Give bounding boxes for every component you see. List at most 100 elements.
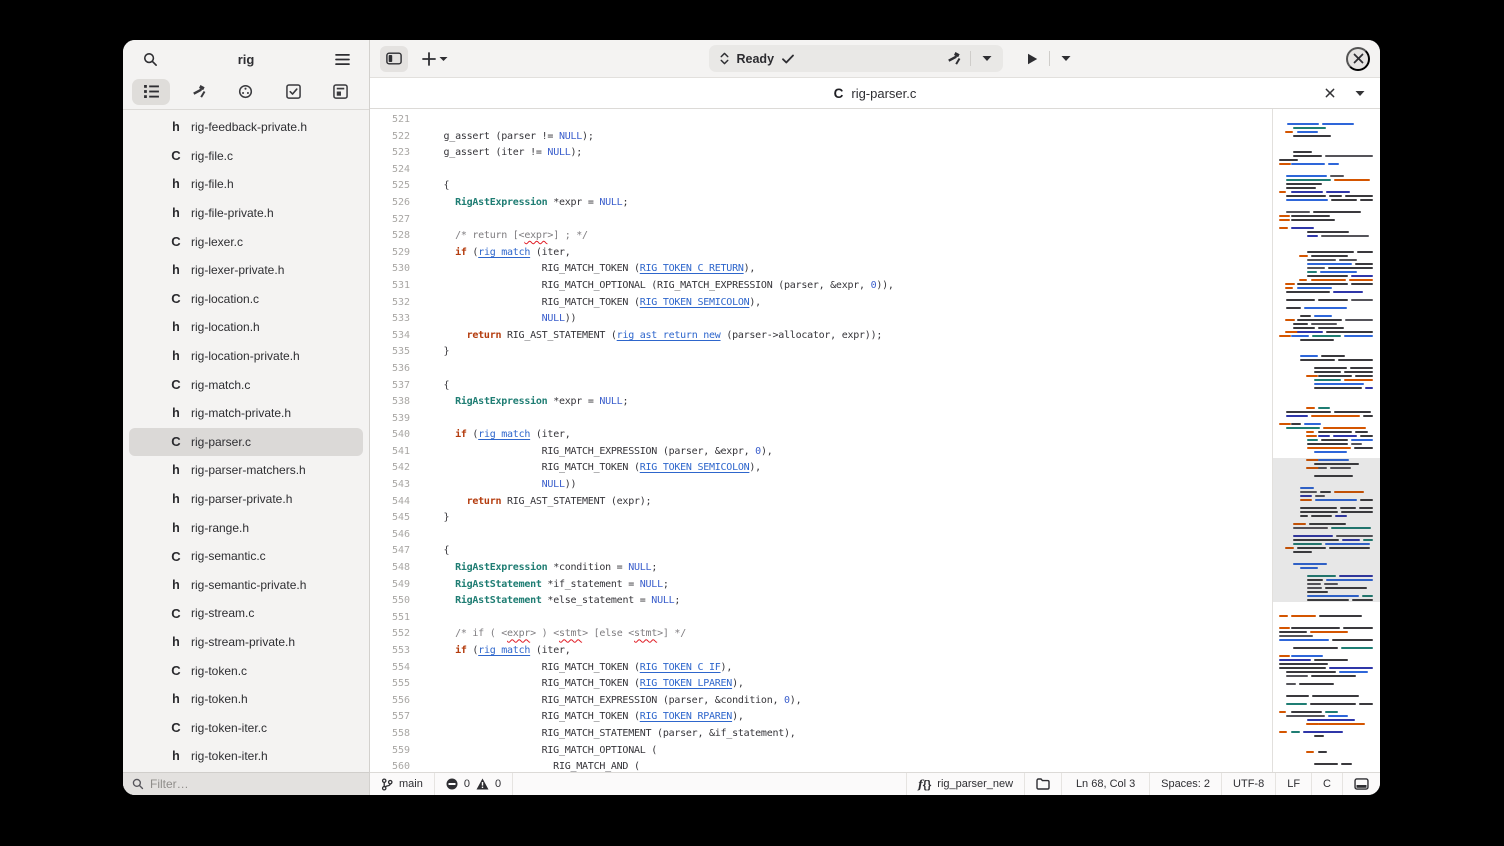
indentation-button[interactable]: Spaces: 2 — [1149, 773, 1221, 795]
code-line-549[interactable]: 549 RigAstStatement *if_statement = NULL… — [370, 577, 1272, 594]
cursor-position-button[interactable]: Ln 68, Col 3 — [1061, 773, 1149, 795]
code-line-533[interactable]: 533 NULL)) — [370, 311, 1272, 328]
tab-build[interactable] — [180, 79, 218, 105]
tab-tests[interactable] — [274, 79, 312, 105]
current-symbol-button[interactable]: f{} rig_parser_new — [906, 773, 1024, 795]
tab-diagnostics[interactable] — [227, 79, 265, 105]
minimap-viewport[interactable] — [1273, 458, 1380, 602]
omnibar[interactable]: Ready — [709, 45, 1003, 72]
code-line-546[interactable]: 546 — [370, 527, 1272, 544]
code-line-550[interactable]: 550 RigAstStatement *else_statement = NU… — [370, 593, 1272, 610]
code-line-536[interactable]: 536 — [370, 361, 1272, 378]
sidebar-item-rig-stream-private.h[interactable]: hrig-stream-private.h — [129, 628, 363, 657]
code-line-530[interactable]: 530 RIG_MATCH_TOKEN (RIG_TOKEN_C_RETURN)… — [370, 261, 1272, 278]
code-line-559[interactable]: 559 RIG_MATCH_OPTIONAL ( — [370, 743, 1272, 760]
sidebar-item-rig-file-private.h[interactable]: hrig-file-private.h — [129, 199, 363, 228]
run-options-button[interactable] — [1052, 46, 1080, 72]
sidebar-item-rig-lexer.c[interactable]: Crig-lexer.c — [129, 227, 363, 256]
code-line-560[interactable]: 560 RIG_MATCH_AND ( — [370, 759, 1272, 772]
tab-rig-parser[interactable]: C rig-parser.c — [834, 86, 917, 101]
build-button[interactable] — [940, 46, 968, 72]
sidebar-item-rig-file.h[interactable]: hrig-file.h — [129, 170, 363, 199]
code-line-531[interactable]: 531 RIG_MATCH_OPTIONAL (RIG_MATCH_EXPRES… — [370, 278, 1272, 295]
sidebar-item-rig-location.h[interactable]: hrig-location.h — [129, 313, 363, 342]
minimap-bar — [1307, 259, 1336, 261]
code-line-540[interactable]: 540 if (rig_match (iter, — [370, 427, 1272, 444]
code-line-542[interactable]: 542 RIG_MATCH_TOKEN (RIG_TOKEN_SEMICOLON… — [370, 460, 1272, 477]
code-line-521[interactable]: 521 — [370, 112, 1272, 129]
sidebar-item-rig-match-private.h[interactable]: hrig-match-private.h — [129, 399, 363, 428]
minimap[interactable] — [1272, 109, 1380, 772]
sidebar-toggle-button[interactable] — [380, 46, 408, 72]
code-line-538[interactable]: 538 RigAstExpression *expr = NULL; — [370, 394, 1272, 411]
code-line-539[interactable]: 539 — [370, 411, 1272, 428]
sidebar-item-rig-range.h[interactable]: hrig-range.h — [129, 513, 363, 542]
code-line-558[interactable]: 558 RIG_MATCH_STATEMENT (parser, &if_sta… — [370, 726, 1272, 743]
code-line-522[interactable]: 522 g_assert (parser != NULL); — [370, 129, 1272, 146]
code-line-545[interactable]: 545 } — [370, 510, 1272, 527]
code-line-552[interactable]: 552 /* if ( <expr> ) <stmt> [else <stmt>… — [370, 626, 1272, 643]
minimap-bar — [1310, 703, 1356, 705]
code-line-553[interactable]: 553 if (rig_match (iter, — [370, 643, 1272, 660]
code-line-535[interactable]: 535 } — [370, 344, 1272, 361]
diagnostics-button[interactable]: 0 0 — [435, 773, 513, 795]
search-button[interactable] — [136, 46, 164, 72]
line-ending-button[interactable]: LF — [1275, 773, 1311, 795]
sidebar-item-rig-token.c[interactable]: Crig-token.c — [129, 656, 363, 685]
sidebar-item-rig-stream.c[interactable]: Crig-stream.c — [129, 599, 363, 628]
sidebar-item-rig-match.c[interactable]: Crig-match.c — [129, 370, 363, 399]
sidebar-item-rig-semantic.c[interactable]: Crig-semantic.c — [129, 542, 363, 571]
code-line-544[interactable]: 544 return RIG_AST_STATEMENT (expr); — [370, 494, 1272, 511]
close-tab-button[interactable] — [1320, 80, 1340, 106]
code-line-555[interactable]: 555 RIG_MATCH_TOKEN (RIG_TOKEN_LPAREN), — [370, 676, 1272, 693]
code-line-525[interactable]: 525 { — [370, 178, 1272, 195]
menu-button[interactable] — [328, 46, 356, 72]
code-line-532[interactable]: 532 RIG_MATCH_TOKEN (RIG_TOKEN_SEMICOLON… — [370, 295, 1272, 312]
sidebar-item-rig-file.c[interactable]: Crig-file.c — [129, 142, 363, 171]
project-folder-button[interactable] — [1024, 773, 1061, 795]
sidebar-item-rig-semantic-private.h[interactable]: hrig-semantic-private.h — [129, 571, 363, 600]
code-line-557[interactable]: 557 RIG_MATCH_TOKEN (RIG_TOKEN_RPAREN), — [370, 709, 1272, 726]
git-branch-button[interactable]: main — [370, 773, 435, 795]
code-line-541[interactable]: 541 RIG_MATCH_EXPRESSION (parser, &expr,… — [370, 444, 1272, 461]
tab-list-dropdown-button[interactable] — [1350, 80, 1370, 106]
sidebar-item-rig-token-iter.h[interactable]: hrig-token-iter.h — [129, 742, 363, 771]
bottom-panel-toggle-button[interactable] — [1342, 773, 1380, 795]
build-options-button[interactable] — [973, 46, 1001, 72]
code-line-543[interactable]: 543 NULL)) — [370, 477, 1272, 494]
code-line-556[interactable]: 556 RIG_MATCH_EXPRESSION (parser, &condi… — [370, 693, 1272, 710]
line-number: 557 — [370, 709, 410, 726]
code-line-529[interactable]: 529 if (rig_match (iter, — [370, 245, 1272, 262]
sidebar-item-rig-location.c[interactable]: Crig-location.c — [129, 285, 363, 314]
tab-project-files[interactable] — [132, 79, 170, 105]
encoding-button[interactable]: UTF-8 — [1221, 773, 1275, 795]
window-close-button[interactable] — [1346, 47, 1370, 71]
code-line-547[interactable]: 547 { — [370, 543, 1272, 560]
sidebar-item-rig-feedback-private.h[interactable]: hrig-feedback-private.h — [129, 113, 363, 142]
sidebar-item-rig-lexer-private.h[interactable]: hrig-lexer-private.h — [129, 256, 363, 285]
code-line-523[interactable]: 523 g_assert (iter != NULL); — [370, 145, 1272, 162]
sidebar-item-rig-parser.c[interactable]: Crig-parser.c — [129, 428, 363, 457]
code-line-554[interactable]: 554 RIG_MATCH_TOKEN (RIG_TOKEN_C_IF), — [370, 660, 1272, 677]
sidebar-item-rig-parser-matchers.h[interactable]: hrig-parser-matchers.h — [129, 456, 363, 485]
code-line-528[interactable]: 528 /* return [<expr>] ; */ — [370, 228, 1272, 245]
code-line-524[interactable]: 524 — [370, 162, 1272, 179]
tab-output-log[interactable] — [322, 79, 360, 105]
sidebar-item-rig-parser-private.h[interactable]: hrig-parser-private.h — [129, 485, 363, 514]
code-line-551[interactable]: 551 — [370, 610, 1272, 627]
code-line-548[interactable]: 548 RigAstExpression *condition = NULL; — [370, 560, 1272, 577]
language-button[interactable]: C — [1311, 773, 1342, 795]
code-line-534[interactable]: 534 return RIG_AST_STATEMENT (rig_ast_re… — [370, 328, 1272, 345]
code-line-526[interactable]: 526 RigAstExpression *expr = NULL; — [370, 195, 1272, 212]
omnibar-actions — [940, 46, 1001, 72]
new-tab-button[interactable] — [418, 46, 452, 72]
sidebar-item-rig-token-iter.c[interactable]: Crig-token-iter.c — [129, 713, 363, 742]
sidebar-item-rig-token.h[interactable]: hrig-token.h — [129, 685, 363, 714]
code-line-537[interactable]: 537 { — [370, 378, 1272, 395]
code-view[interactable]: 521522 g_assert (parser != NULL);523 g_a… — [370, 109, 1272, 772]
run-button[interactable] — [1019, 46, 1047, 72]
sidebar-item-rig-location-private.h[interactable]: hrig-location-private.h — [129, 342, 363, 371]
code-text: RIG_MATCH_TOKEN (RIG_TOKEN_RPAREN), — [410, 709, 744, 726]
filter-input[interactable] — [150, 777, 360, 791]
code-line-527[interactable]: 527 — [370, 212, 1272, 229]
